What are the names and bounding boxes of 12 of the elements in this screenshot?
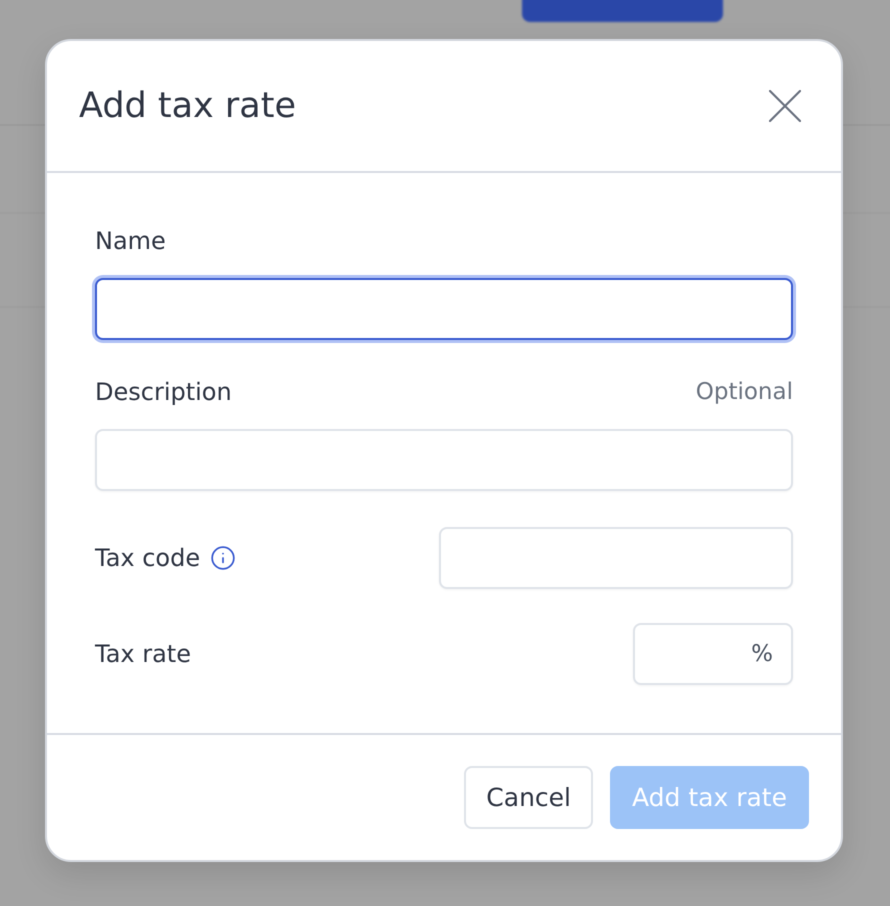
- dialog-title: Add tax rate: [79, 85, 296, 128]
- field-label: Name: [95, 226, 166, 256]
- info-icon[interactable]: [210, 545, 236, 571]
- field-label: Tax rate: [95, 639, 191, 669]
- field-label: Description: [95, 377, 232, 407]
- field-label: Tax code: [95, 543, 200, 573]
- close-icon: [769, 90, 801, 122]
- percent-input-field[interactable]: %: [633, 623, 793, 685]
- close-button[interactable]: [767, 88, 803, 124]
- optional-hint: Optional: [696, 378, 793, 407]
- cancel-button[interactable]: Cancel: [464, 766, 593, 829]
- text-input-field[interactable]: [95, 278, 793, 340]
